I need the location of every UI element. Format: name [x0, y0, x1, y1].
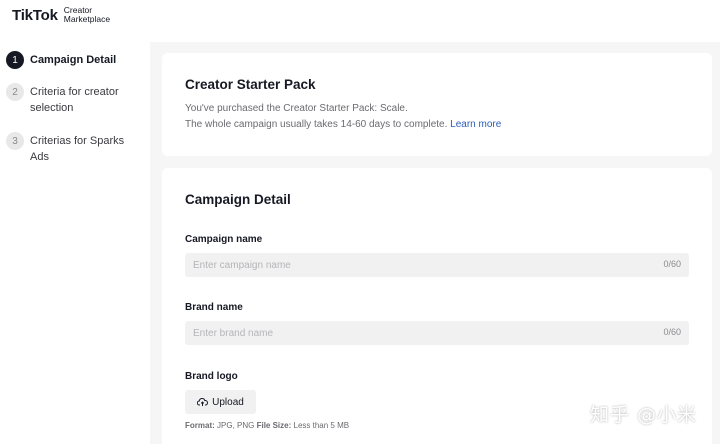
starter-pack-card: Creator Starter Pack You've purchased th…: [162, 53, 712, 156]
step-number: 3: [6, 132, 24, 150]
step-number: 1: [6, 51, 24, 69]
starter-pack-line2: The whole campaign usually takes 14-60 d…: [185, 119, 501, 130]
top-bar: TikTok Creator Marketplace: [0, 0, 720, 42]
brand-name-counter: 0/60: [663, 327, 681, 337]
starter-pack-line1: You've purchased the Creator Starter Pac…: [185, 103, 408, 114]
campaign-detail-title: Campaign Detail: [185, 192, 291, 207]
file-format-note: Format: JPG, PNG File Size: Less than 5 …: [185, 421, 349, 430]
zhihu-watermark: 知乎 @小米: [590, 404, 698, 426]
step-label: Campaign Detail: [30, 54, 117, 66]
format-label: Format:: [185, 421, 215, 430]
cloud-upload-icon: [197, 397, 209, 406]
step-number: 2: [6, 83, 24, 101]
campaign-name-input[interactable]: [185, 253, 645, 277]
campaign-name-label: Campaign name: [185, 234, 263, 245]
brand-name-input[interactable]: [185, 321, 645, 345]
logo-wordmark: TikTok: [12, 6, 58, 24]
logo-subtitle: Creator Marketplace: [64, 6, 110, 24]
step-campaign-detail[interactable]: 1 Campaign Detail: [6, 51, 140, 69]
file-size-value: Less than 5 MB: [293, 421, 350, 430]
format-value: JPG, PNG: [217, 421, 255, 430]
step-criterias-sparks-ads[interactable]: 3 Criterias for Sparks Ads: [6, 132, 140, 165]
step-label: Criteria for creator selection: [30, 86, 119, 114]
file-size-label: File Size:: [256, 421, 292, 430]
brand-name-field: 0/60: [185, 321, 689, 345]
steps-sidebar: 1 Campaign Detail 2 Criteria for creator…: [0, 42, 150, 444]
brand-name-label: Brand name: [185, 302, 243, 313]
brand-logo-label: Brand logo: [185, 371, 238, 382]
starter-pack-line2-text: The whole campaign usually takes 14-60 d…: [185, 119, 448, 130]
campaign-name-field: 0/60: [185, 253, 689, 277]
step-criteria-creator-selection[interactable]: 2 Criteria for creator selection: [6, 83, 140, 116]
tiktok-creator-marketplace-logo[interactable]: TikTok Creator Marketplace: [12, 6, 110, 24]
logo-subtitle-line2: Marketplace: [63, 14, 111, 24]
starter-pack-title: Creator Starter Pack: [185, 77, 316, 92]
upload-button-label: Upload: [212, 396, 244, 408]
step-label: Criterias for Sparks Ads: [30, 135, 125, 163]
learn-more-link[interactable]: Learn more: [450, 119, 501, 130]
campaign-name-counter: 0/60: [663, 259, 681, 269]
upload-button[interactable]: Upload: [185, 390, 256, 414]
